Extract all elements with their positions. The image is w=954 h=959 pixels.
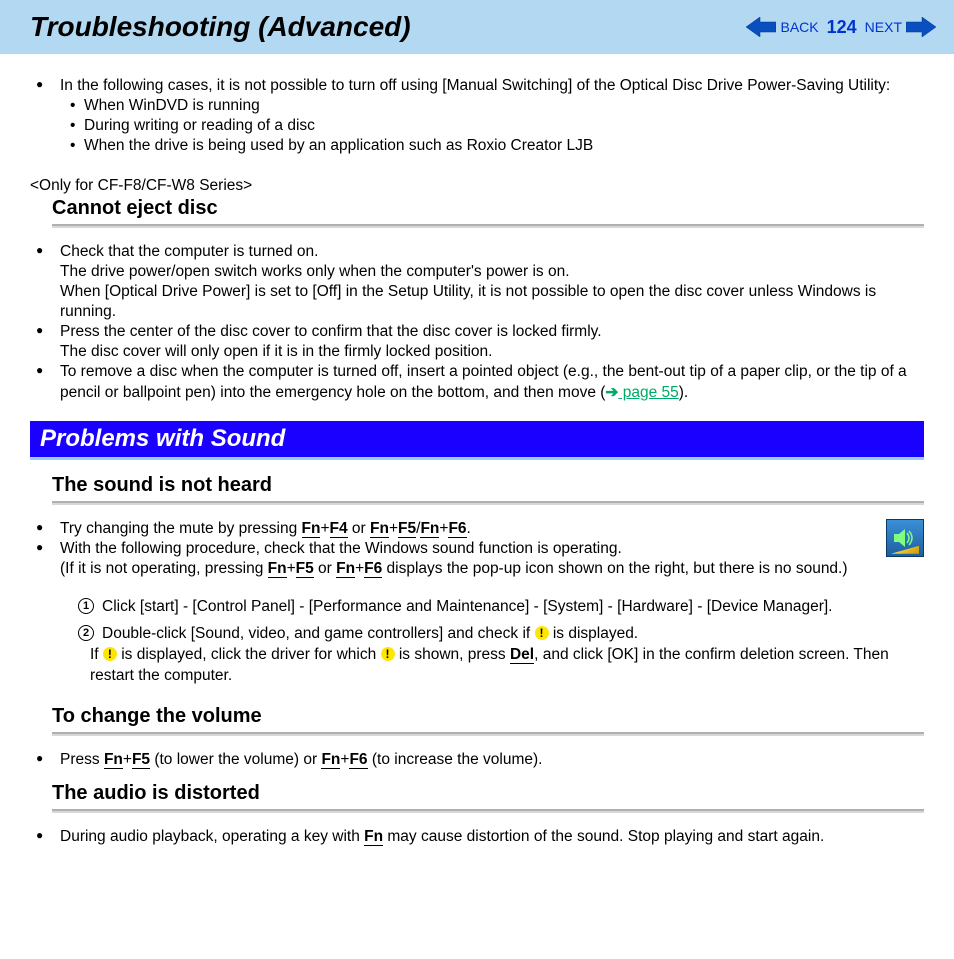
key-f4: F4 [330, 521, 348, 539]
warning-icon: ! [535, 626, 549, 640]
key-fn: Fn [370, 521, 389, 539]
text: (If it is not operating, pressing [60, 560, 268, 577]
back-link[interactable]: BACK [780, 19, 818, 35]
key-fn: Fn [336, 561, 355, 579]
next-arrow-icon[interactable] [906, 17, 936, 37]
section-rule [52, 224, 924, 228]
intro-item: In the following cases, it is not possib… [48, 76, 924, 157]
text: Double-click [Sound, video, and game con… [102, 625, 535, 642]
key-fn: Fn [302, 521, 321, 539]
intro-text: In the following cases, it is not possib… [60, 77, 890, 94]
distorted-list: During audio playback, operating a key w… [30, 827, 924, 847]
text: During audio playback, operating a key w… [60, 828, 364, 845]
step-text: Double-click [Sound, video, and game con… [102, 624, 638, 645]
text: is shown, press [395, 646, 510, 663]
text: Check that the computer is turned on. [60, 243, 318, 260]
step-text: Click [start] - [Control Panel] - [Perfo… [102, 597, 833, 618]
text: Try changing the mute by pressing [60, 520, 302, 537]
intro-sub: When WinDVD is running [74, 96, 924, 116]
change-volume-list: Press Fn+F5 (to lower the volume) or Fn+… [30, 750, 924, 770]
text: When [Optical Drive Power] is set to [Of… [60, 283, 876, 320]
text: may cause distortion of the sound. Stop … [383, 828, 824, 845]
list-item: Press the center of the disc cover to co… [48, 322, 924, 362]
key-fn: Fn [104, 752, 123, 770]
section-rule [52, 501, 924, 505]
section-rule [52, 809, 924, 813]
not-heard-list: Try changing the mute by pressing Fn+F4 … [30, 519, 924, 579]
text: (to increase the volume). [368, 751, 543, 768]
warning-icon: ! [103, 647, 117, 661]
text: If [90, 646, 103, 663]
list-item: To remove a disc when the computer is tu… [48, 362, 924, 402]
page-content: In the following cases, it is not possib… [0, 54, 954, 889]
page-number: 124 [827, 17, 857, 38]
text: displays the pop-up icon shown on the ri… [382, 560, 847, 577]
back-arrow-icon[interactable] [746, 17, 776, 37]
page-header: Troubleshooting (Advanced) BACK 124 NEXT [0, 0, 954, 54]
nav-controls: BACK 124 NEXT [746, 17, 936, 38]
key-f6: F6 [448, 521, 466, 539]
section-heading-cannot-eject: Cannot eject disc [52, 197, 924, 220]
warning-icon: ! [381, 647, 395, 661]
intro-sub: When the drive is being used by an appli… [74, 136, 924, 156]
step-subtext: If ! is displayed, click the driver for … [90, 645, 924, 687]
section-heading-change-volume: To change the volume [52, 705, 924, 728]
page-title: Troubleshooting (Advanced) [30, 11, 411, 43]
list-item: Check that the computer is turned on. Th… [48, 242, 924, 323]
intro-sub: During writing or reading of a disc [74, 116, 924, 136]
page-link-55[interactable]: page 55 [618, 384, 678, 401]
key-fn: Fn [321, 752, 340, 770]
key-f6: F6 [364, 561, 382, 579]
key-f6: F6 [349, 752, 367, 770]
text: Press the center of the disc cover to co… [60, 323, 602, 340]
arrow-icon: ➔ [605, 384, 618, 401]
series-note: <Only for CF-F8/CF-W8 Series> [30, 177, 924, 195]
text: ). [679, 384, 688, 401]
text: With the following procedure, check that… [60, 540, 622, 557]
cannot-eject-list: Check that the computer is turned on. Th… [30, 242, 924, 403]
list-item: During audio playback, operating a key w… [48, 827, 924, 847]
intro-list: In the following cases, it is not possib… [30, 76, 924, 157]
text: is displayed. [549, 625, 639, 642]
text: or [314, 560, 336, 577]
next-link[interactable]: NEXT [865, 19, 902, 35]
text: (to lower the volume) or [150, 751, 321, 768]
list-item: Try changing the mute by pressing Fn+F4 … [48, 519, 924, 539]
text: The disc cover will only open if it is i… [60, 343, 492, 360]
key-f5: F5 [296, 561, 314, 579]
section-heading-not-heard: The sound is not heard [52, 474, 924, 497]
text: To remove a disc when the computer is tu… [60, 363, 907, 400]
procedure-step-2: 2 Double-click [Sound, video, and game c… [78, 624, 924, 645]
section-rule [52, 732, 924, 736]
procedure-step-1: 1 Click [start] - [Control Panel] - [Per… [78, 597, 924, 618]
section-heading-distorted: The audio is distorted [52, 782, 924, 805]
key-f5: F5 [398, 521, 416, 539]
list-item: Press Fn+F5 (to lower the volume) or Fn+… [48, 750, 924, 770]
text: The drive power/open switch works only w… [60, 263, 570, 280]
text: Press [60, 751, 104, 768]
key-f5: F5 [132, 752, 150, 770]
text: . [467, 520, 471, 537]
section-banner-sound: Problems with Sound [30, 421, 924, 460]
list-item: With the following procedure, check that… [48, 539, 924, 579]
key-fn: Fn [420, 521, 439, 539]
text: or [348, 520, 370, 537]
key-fn: Fn [364, 829, 383, 847]
text: is displayed, click the driver for which [117, 646, 381, 663]
key-fn: Fn [268, 561, 287, 579]
step-number-1-icon: 1 [78, 598, 94, 614]
key-del: Del [510, 647, 534, 665]
step-number-2-icon: 2 [78, 625, 94, 641]
